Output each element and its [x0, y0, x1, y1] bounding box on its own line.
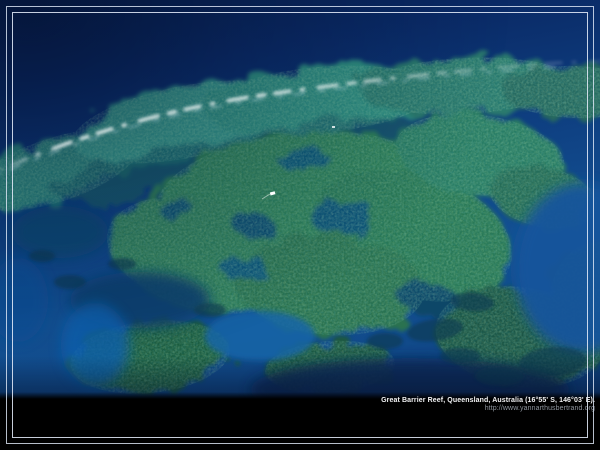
wallpaper: Great Barrier Reef, Queensland, Australi…	[0, 0, 600, 450]
reef-photo	[0, 0, 600, 450]
caption: Great Barrier Reef, Queensland, Australi…	[381, 397, 595, 413]
photo-credit-url: http://www.yannarthusbertrand.org	[381, 405, 595, 413]
photo-caption: Great Barrier Reef, Queensland, Australi…	[381, 397, 595, 405]
